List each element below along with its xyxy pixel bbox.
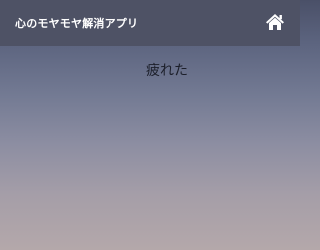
mood-text: 疲れた bbox=[146, 63, 188, 79]
home-button[interactable] bbox=[264, 11, 286, 33]
home-icon bbox=[266, 14, 284, 30]
main-content: 疲れた bbox=[0, 46, 300, 250]
app-header: 心のモヤモヤ解消アプリ bbox=[0, 0, 300, 46]
app-title: 心のモヤモヤ解消アプリ bbox=[15, 17, 139, 30]
